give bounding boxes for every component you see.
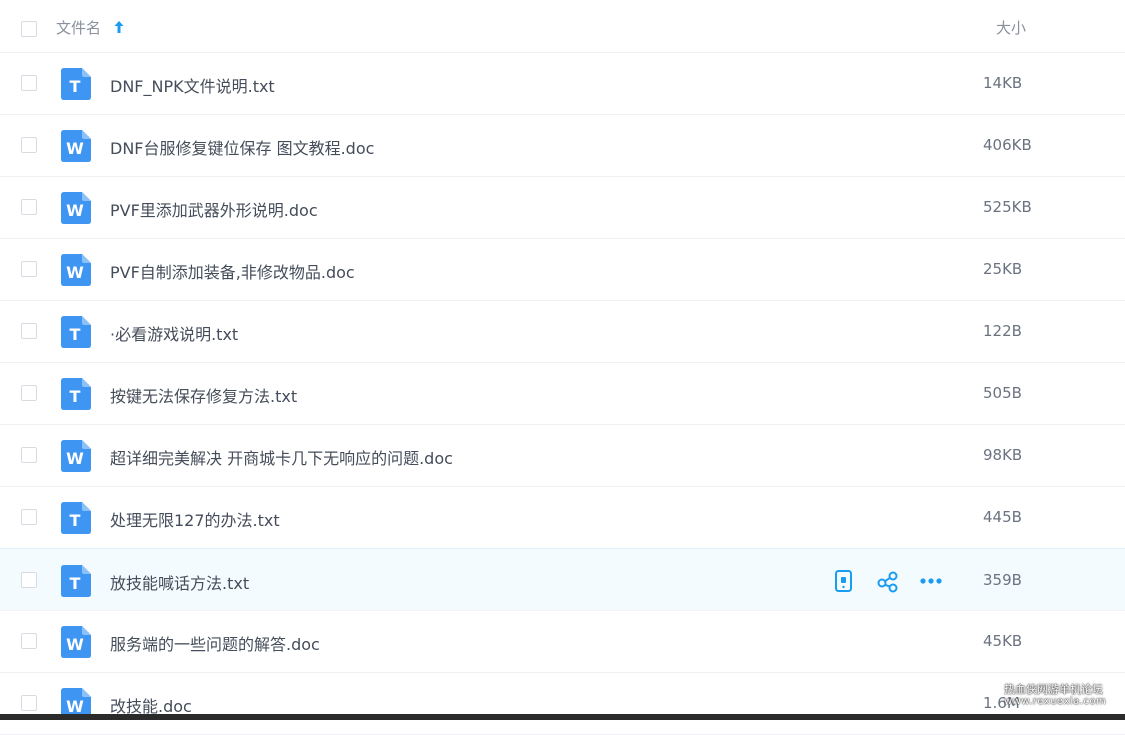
bottom-bar: [0, 714, 1125, 720]
doc-file-icon: W: [61, 626, 91, 658]
svg-text:W: W: [66, 635, 84, 654]
watermark-line2: www.rexuexia.com: [1004, 696, 1107, 707]
txt-file-icon: T: [61, 502, 91, 534]
row-checkbox[interactable]: [21, 385, 37, 401]
file-size: 406KB: [983, 136, 1032, 154]
file-name[interactable]: PVF里添加武器外形说明.doc: [110, 197, 318, 221]
file-name[interactable]: DNF台服修复键位保存 图文教程.doc: [110, 135, 374, 159]
file-name[interactable]: ·必看游戏说明.txt: [110, 321, 238, 345]
file-size: 445B: [983, 508, 1022, 526]
file-row[interactable]: W 改技能.doc 1.6M: [0, 673, 1125, 735]
file-row[interactable]: T 按键无法保存修复方法.txt 505B: [0, 363, 1125, 425]
txt-file-icon: T: [61, 68, 91, 100]
row-checkbox[interactable]: [21, 447, 37, 463]
file-size: 25KB: [983, 260, 1023, 278]
file-row[interactable]: W 超详细完美解决 开商城卡几下无响应的问题.doc 98KB: [0, 425, 1125, 487]
file-row[interactable]: T 放技能喊话方法.txt 359B: [0, 548, 1125, 611]
svg-text:W: W: [66, 139, 84, 158]
column-header-size[interactable]: 大小: [996, 17, 1026, 38]
row-checkbox[interactable]: [21, 137, 37, 153]
file-size: 122B: [983, 322, 1022, 340]
file-name[interactable]: 超详细完美解决 开商城卡几下无响应的问题.doc: [110, 445, 453, 469]
file-size: 45KB: [983, 632, 1023, 650]
column-header-name[interactable]: 文件名: [56, 17, 101, 38]
txt-file-icon: T: [61, 316, 91, 348]
row-checkbox[interactable]: [21, 323, 37, 339]
select-all-checkbox[interactable]: [21, 21, 37, 37]
txt-file-icon: T: [61, 565, 91, 597]
watermark: 热血侠网游单机论坛 www.rexuexia.com: [1004, 684, 1125, 708]
file-row[interactable]: W PVF里添加武器外形说明.doc 525KB: [0, 177, 1125, 239]
file-size: 505B: [983, 384, 1022, 402]
file-size: 98KB: [983, 446, 1023, 464]
file-list: T DNF_NPK文件说明.txt 14KB W DNF台服修复键位保存 图文教程.do…: [0, 53, 1125, 735]
svg-text:W: W: [66, 201, 84, 220]
svg-text:T: T: [70, 511, 81, 530]
svg-text:T: T: [70, 387, 81, 406]
file-row[interactable]: W PVF自制添加装备,非修改物品.doc 25KB: [0, 239, 1125, 301]
svg-text:T: T: [70, 77, 81, 96]
file-size: 14KB: [983, 74, 1023, 92]
row-checkbox[interactable]: [21, 633, 37, 649]
file-size: 525KB: [983, 198, 1032, 216]
file-row[interactable]: W DNF台服修复键位保存 图文教程.doc 406KB: [0, 115, 1125, 177]
sort-ascending-icon[interactable]: [113, 19, 125, 35]
file-list-header: 文件名 大小: [0, 0, 1125, 53]
file-name[interactable]: 服务端的一些问题的解答.doc: [110, 631, 320, 655]
row-checkbox[interactable]: [21, 199, 37, 215]
doc-file-icon: W: [61, 192, 91, 224]
more-icon[interactable]: [919, 569, 943, 593]
file-name[interactable]: 按键无法保存修复方法.txt: [110, 383, 297, 407]
doc-file-icon: W: [61, 440, 91, 472]
file-size: 359B: [983, 571, 1022, 589]
file-row[interactable]: W 服务端的一些问题的解答.doc 45KB: [0, 611, 1125, 673]
file-name[interactable]: PVF自制添加装备,非修改物品.doc: [110, 259, 355, 283]
file-row[interactable]: T DNF_NPK文件说明.txt 14KB: [0, 53, 1125, 115]
doc-file-icon: W: [61, 130, 91, 162]
txt-file-icon: T: [61, 378, 91, 410]
row-checkbox[interactable]: [21, 695, 37, 711]
file-name[interactable]: 处理无限127的办法.txt: [110, 507, 280, 531]
file-row[interactable]: T ·必看游戏说明.txt 122B: [0, 301, 1125, 363]
row-checkbox[interactable]: [21, 572, 37, 588]
row-checkbox[interactable]: [21, 75, 37, 91]
svg-text:T: T: [70, 574, 81, 593]
row-checkbox[interactable]: [21, 261, 37, 277]
phone-icon[interactable]: [832, 569, 856, 593]
svg-text:W: W: [66, 449, 84, 468]
svg-text:W: W: [66, 263, 84, 282]
svg-text:T: T: [70, 325, 81, 344]
file-name[interactable]: 放技能喊话方法.txt: [110, 570, 249, 594]
doc-file-icon: W: [61, 254, 91, 286]
share-icon[interactable]: [876, 569, 900, 593]
watermark-line1: 热血侠网游单机论坛: [1004, 683, 1103, 696]
row-checkbox[interactable]: [21, 509, 37, 525]
file-row[interactable]: T 处理无限127的办法.txt 445B: [0, 487, 1125, 549]
file-name[interactable]: DNF_NPK文件说明.txt: [110, 73, 275, 97]
